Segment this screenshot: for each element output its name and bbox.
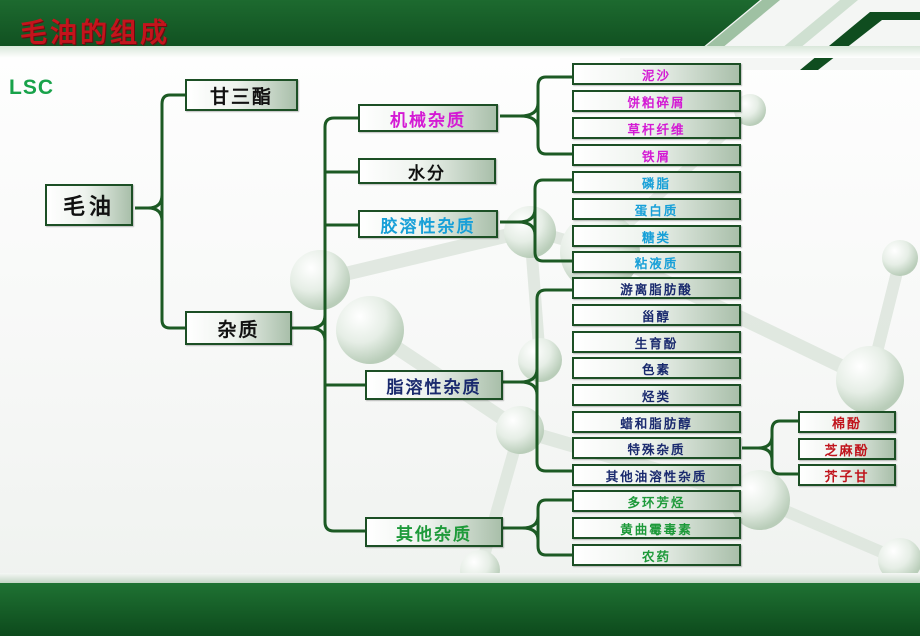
node-lipid-soluble-impurities: 脂溶性杂质 [365, 370, 503, 400]
leaf-label: 生育酚 [634, 335, 679, 351]
bracket-mechanical [536, 75, 572, 156]
leaf-label: 磷脂 [641, 175, 671, 191]
leaf-wax-fatty-alcohol: 蜡和脂肪醇 [572, 411, 741, 433]
leaf-sesamol: 芝麻酚 [798, 438, 896, 460]
node-mechanical-label: 机械杂质 [390, 110, 466, 131]
leaf-meal-fragments: 饼粕碎屑 [572, 90, 741, 112]
leaf-gossypol: 棉酚 [798, 411, 896, 433]
node-other-label: 其他杂质 [396, 524, 472, 545]
leaf-free-fatty-acid: 游离脂肪酸 [572, 277, 741, 299]
leaf-label: 粘液质 [634, 255, 679, 271]
leaf-tocopherol: 生育酚 [572, 331, 741, 353]
bracket-impurities-tip [309, 314, 327, 342]
leaf-mucilage: 粘液质 [572, 251, 741, 273]
node-water: 水分 [358, 158, 496, 184]
node-lipid-soluble-label: 脂溶性杂质 [386, 377, 482, 398]
leaf-straw-fiber: 草杆纤维 [572, 117, 741, 139]
leaf-iron-filings: 铁屑 [572, 144, 741, 166]
leaf-sterol: 甾醇 [572, 304, 741, 326]
footer-band [0, 573, 920, 583]
node-mechanical-impurities: 机械杂质 [358, 104, 498, 132]
leaf-protein: 蛋白质 [572, 198, 741, 220]
leaf-label: 棉酚 [831, 416, 862, 432]
leaf-pah: 多环芳烃 [572, 490, 741, 512]
node-colloidal-label: 胶溶性杂质 [380, 216, 476, 237]
leaf-label: 烃类 [641, 388, 671, 404]
leaf-label: 色素 [641, 361, 671, 377]
bracket-lipid-tip [519, 368, 539, 396]
bracket-colloidal [533, 178, 572, 263]
node-other-impurities: 其他杂质 [365, 517, 503, 547]
bracket-special-tip [757, 435, 774, 461]
leaf-other-oil-soluble: 其他油溶性杂质 [572, 464, 741, 486]
leaf-label: 铁屑 [641, 148, 671, 164]
footer-bar [0, 583, 920, 636]
leaf-label: 黄曲霉毒素 [620, 521, 693, 537]
leaf-label: 其他油溶性杂质 [605, 468, 708, 484]
leaf-label: 特殊杂质 [627, 441, 686, 457]
node-crude-oil: 毛油 [45, 184, 133, 226]
leaf-pesticide: 农药 [572, 544, 741, 566]
leaf-label: 草杆纤维 [627, 121, 686, 137]
leaf-label: 芥子甘 [824, 469, 870, 485]
node-water-label: 水分 [408, 163, 446, 184]
leaf-label: 游离脂肪酸 [620, 281, 693, 297]
leaf-label: 饼粕碎屑 [627, 94, 686, 110]
bracket-other [536, 498, 572, 557]
leaf-phospholipid: 磷脂 [572, 171, 741, 193]
bracket-colloidal-tip [517, 208, 537, 236]
node-colloidal-impurities: 胶溶性杂质 [358, 210, 498, 238]
bracket-lipid [535, 288, 572, 473]
node-triglyceride: 甘三酯 [185, 79, 298, 111]
leaf-aflatoxin: 黄曲霉毒素 [572, 517, 741, 539]
leaf-label: 甾醇 [641, 308, 671, 324]
node-triglyceride-label: 甘三酯 [209, 85, 273, 108]
leaf-label: 农药 [641, 548, 671, 564]
leaf-pigment: 色素 [572, 357, 741, 379]
leaf-special-impurities: 特殊杂质 [572, 437, 741, 459]
node-crude-oil-label: 毛油 [62, 194, 115, 220]
bracket-impurities-branches [325, 170, 365, 387]
leaf-label: 蜡和脂肪醇 [620, 415, 693, 431]
bracket-other-tip [521, 515, 540, 541]
leaf-label: 多环芳烃 [627, 494, 686, 510]
bracket-root [160, 93, 185, 330]
leaf-label: 蛋白质 [634, 202, 679, 218]
leaf-label: 糖类 [641, 229, 671, 245]
leaf-sinigrin: 芥子甘 [798, 464, 896, 486]
bracket-special [770, 419, 798, 476]
leaf-label: 泥沙 [641, 67, 671, 83]
bracket-mechanical-tip [519, 102, 540, 130]
leaf-sugars: 糖类 [572, 225, 741, 247]
node-impurities: 杂质 [185, 311, 292, 345]
slide: 毛油的组成 LSC 毛油 甘三酯 杂质 机械杂质 水分 胶溶性杂质 脂溶性杂质 … [0, 0, 920, 636]
node-impurities-label: 杂质 [217, 318, 260, 341]
leaf-hydrocarbons: 烃类 [572, 384, 741, 406]
leaf-label: 芝麻酚 [824, 443, 870, 459]
leaf-mud-sand: 泥沙 [572, 63, 741, 85]
bracket-root-tip [147, 194, 164, 222]
